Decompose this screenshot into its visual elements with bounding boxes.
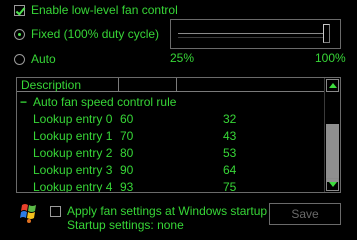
- table-row[interactable]: Lookup entry 4 93 75: [17, 179, 323, 193]
- entry-temp: 70: [120, 129, 134, 143]
- entry-temp: 60: [120, 112, 134, 126]
- column-header-3[interactable]: [177, 78, 325, 92]
- table-row[interactable]: Lookup entry 2 80 53: [17, 145, 323, 162]
- arrow-up-icon: [328, 83, 337, 88]
- column-header-2[interactable]: [119, 78, 177, 92]
- startup-settings-label: Startup settings:: [67, 218, 154, 232]
- apply-at-startup-checkbox[interactable]: [50, 206, 61, 217]
- entry-speed: 53: [223, 146, 237, 160]
- auto-mode-radio[interactable]: [14, 54, 25, 65]
- vertical-scrollbar[interactable]: [324, 78, 340, 192]
- column-header-description[interactable]: Description: [17, 78, 119, 92]
- entry-temp: 93: [120, 180, 134, 193]
- entry-speed: 64: [223, 163, 237, 177]
- table-row[interactable]: Lookup entry 1 70 43: [17, 128, 323, 145]
- windows-logo-icon: [20, 204, 36, 223]
- arrow-down-icon: [328, 182, 337, 187]
- entry-speed: 43: [223, 129, 237, 143]
- enable-fan-control-label: Enable low-level fan control: [31, 3, 178, 17]
- slider-thumb[interactable]: [323, 24, 330, 43]
- fan-rule-list[interactable]: Description − Auto fan speed control rul…: [16, 77, 341, 193]
- entry-temp: 80: [120, 146, 134, 160]
- group-label: Auto fan speed control rule: [33, 95, 177, 109]
- entry-temp: 90: [120, 163, 134, 177]
- startup-settings-value: none: [157, 218, 184, 232]
- scroll-up-button[interactable]: [326, 79, 339, 92]
- slider-min-label: 25%: [170, 51, 195, 65]
- apply-at-startup-label: Apply fan settings at Windows startup: [67, 204, 268, 218]
- slider-track: [178, 33, 330, 38]
- entry-speed: 32: [223, 112, 237, 126]
- save-button[interactable]: Save: [269, 203, 341, 225]
- fixed-mode-label: Fixed (100% duty cycle): [31, 27, 160, 41]
- fixed-mode-radio[interactable]: [14, 29, 25, 40]
- entry-name: Lookup entry 0: [33, 112, 113, 126]
- duty-cycle-slider[interactable]: [170, 19, 341, 49]
- startup-settings-text: Startup settings: none: [67, 218, 184, 232]
- slider-max-label: 100%: [315, 51, 346, 65]
- enable-fan-control-checkbox[interactable]: [14, 5, 25, 16]
- entry-name: Lookup entry 1: [33, 129, 113, 143]
- entry-speed: 75: [223, 180, 237, 193]
- table-row[interactable]: Lookup entry 0 60 32: [17, 111, 323, 128]
- table-row[interactable]: Lookup entry 3 90 64: [17, 162, 323, 179]
- collapse-icon[interactable]: −: [20, 94, 27, 111]
- group-row[interactable]: − Auto fan speed control rule: [17, 94, 323, 111]
- entry-name: Lookup entry 2: [33, 146, 113, 160]
- scroll-down-button[interactable]: [326, 178, 339, 191]
- entry-name: Lookup entry 4: [33, 180, 113, 193]
- entry-name: Lookup entry 3: [33, 163, 113, 177]
- scroll-thumb[interactable]: [326, 124, 339, 182]
- auto-mode-label: Auto: [31, 52, 56, 66]
